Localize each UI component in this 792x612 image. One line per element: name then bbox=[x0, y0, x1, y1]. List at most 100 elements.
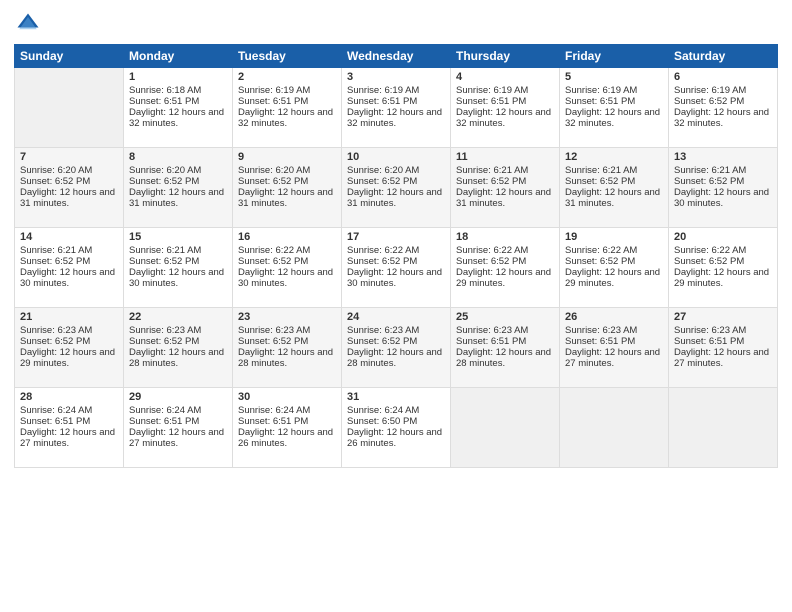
calendar-cell: 30Sunrise: 6:24 AMSunset: 6:51 PMDayligh… bbox=[233, 388, 342, 468]
daylight-text: Daylight: 12 hours and 28 minutes. bbox=[456, 347, 554, 369]
sunset-text: Sunset: 6:52 PM bbox=[129, 336, 227, 347]
day-number: 17 bbox=[347, 231, 445, 243]
sunset-text: Sunset: 6:51 PM bbox=[129, 416, 227, 427]
calendar-cell: 2Sunrise: 6:19 AMSunset: 6:51 PMDaylight… bbox=[233, 68, 342, 148]
sunset-text: Sunset: 6:51 PM bbox=[347, 96, 445, 107]
sunrise-text: Sunrise: 6:19 AM bbox=[674, 85, 772, 96]
sunset-text: Sunset: 6:52 PM bbox=[238, 256, 336, 267]
day-number: 1 bbox=[129, 71, 227, 83]
daylight-text: Daylight: 12 hours and 27 minutes. bbox=[20, 427, 118, 449]
calendar-cell: 22Sunrise: 6:23 AMSunset: 6:52 PMDayligh… bbox=[124, 308, 233, 388]
daylight-text: Daylight: 12 hours and 30 minutes. bbox=[20, 267, 118, 289]
calendar-cell: 29Sunrise: 6:24 AMSunset: 6:51 PMDayligh… bbox=[124, 388, 233, 468]
sunset-text: Sunset: 6:52 PM bbox=[20, 176, 118, 187]
week-row-1: 1Sunrise: 6:18 AMSunset: 6:51 PMDaylight… bbox=[15, 68, 778, 148]
sunrise-text: Sunrise: 6:21 AM bbox=[674, 165, 772, 176]
calendar-cell: 4Sunrise: 6:19 AMSunset: 6:51 PMDaylight… bbox=[451, 68, 560, 148]
day-header-monday: Monday bbox=[124, 45, 233, 68]
calendar-cell: 18Sunrise: 6:22 AMSunset: 6:52 PMDayligh… bbox=[451, 228, 560, 308]
sunset-text: Sunset: 6:52 PM bbox=[674, 256, 772, 267]
day-number: 23 bbox=[238, 311, 336, 323]
sunset-text: Sunset: 6:51 PM bbox=[565, 96, 663, 107]
sunset-text: Sunset: 6:51 PM bbox=[674, 336, 772, 347]
calendar-cell: 28Sunrise: 6:24 AMSunset: 6:51 PMDayligh… bbox=[15, 388, 124, 468]
day-number: 3 bbox=[347, 71, 445, 83]
daylight-text: Daylight: 12 hours and 32 minutes. bbox=[347, 107, 445, 129]
sunset-text: Sunset: 6:52 PM bbox=[129, 176, 227, 187]
calendar-cell: 27 Sunrise: 6:23 AMSunset: 6:51 PMDayligh… bbox=[669, 308, 778, 388]
sunrise-text: Sunrise: 6:23 AM bbox=[238, 325, 336, 336]
week-row-2: 7Sunrise: 6:20 AMSunset: 6:52 PMDaylight… bbox=[15, 148, 778, 228]
day-number: 15 bbox=[129, 231, 227, 243]
sunrise-text: Sunrise: 6:24 AM bbox=[129, 405, 227, 416]
week-row-4: 21Sunrise: 6:23 AMSunset: 6:52 PMDayligh… bbox=[15, 308, 778, 388]
daylight-text: Daylight: 12 hours and 27 minutes. bbox=[565, 347, 663, 369]
day-number: 27 bbox=[674, 311, 772, 323]
calendar-cell: 6Sunrise: 6:19 AMSunset: 6:52 PMDaylight… bbox=[669, 68, 778, 148]
calendar-header-row: SundayMondayTuesdayWednesdayThursdayFrid… bbox=[15, 45, 778, 68]
daylight-text: Daylight: 12 hours and 31 minutes. bbox=[129, 187, 227, 209]
daylight-text: Daylight: 12 hours and 32 minutes. bbox=[674, 107, 772, 129]
day-number: 20 bbox=[674, 231, 772, 243]
calendar-cell bbox=[451, 388, 560, 468]
sunset-text: Sunset: 6:51 PM bbox=[129, 96, 227, 107]
calendar-cell bbox=[669, 388, 778, 468]
sunrise-text: Sunrise: 6:21 AM bbox=[456, 165, 554, 176]
sunrise-text: Sunrise: 6:19 AM bbox=[238, 85, 336, 96]
sunrise-text: Sunrise: 6:24 AM bbox=[20, 405, 118, 416]
daylight-text: Daylight: 12 hours and 28 minutes. bbox=[238, 347, 336, 369]
calendar-cell: 20Sunrise: 6:22 AMSunset: 6:52 PMDayligh… bbox=[669, 228, 778, 308]
daylight-text: Daylight: 12 hours and 31 minutes. bbox=[565, 187, 663, 209]
sunrise-text: Sunrise: 6:18 AM bbox=[129, 85, 227, 96]
sunrise-text: Sunrise: 6:22 AM bbox=[456, 245, 554, 256]
day-number: 31 bbox=[347, 391, 445, 403]
daylight-text: Daylight: 12 hours and 27 minutes. bbox=[674, 347, 772, 369]
sunset-text: Sunset: 6:52 PM bbox=[674, 96, 772, 107]
day-header-tuesday: Tuesday bbox=[233, 45, 342, 68]
calendar-cell bbox=[560, 388, 669, 468]
sunrise-text: Sunrise: 6:23 AM bbox=[674, 325, 772, 336]
sunrise-text: Sunrise: 6:19 AM bbox=[565, 85, 663, 96]
week-row-3: 14Sunrise: 6:21 AMSunset: 6:52 PMDayligh… bbox=[15, 228, 778, 308]
calendar-cell: 16Sunrise: 6:22 AMSunset: 6:52 PMDayligh… bbox=[233, 228, 342, 308]
calendar-cell: 25Sunrise: 6:23 AMSunset: 6:51 PMDayligh… bbox=[451, 308, 560, 388]
sunrise-text: Sunrise: 6:20 AM bbox=[20, 165, 118, 176]
day-number: 29 bbox=[129, 391, 227, 403]
week-row-5: 28Sunrise: 6:24 AMSunset: 6:51 PMDayligh… bbox=[15, 388, 778, 468]
daylight-text: Daylight: 12 hours and 26 minutes. bbox=[347, 427, 445, 449]
calendar-cell: 12Sunrise: 6:21 AMSunset: 6:52 PMDayligh… bbox=[560, 148, 669, 228]
calendar-cell: 3Sunrise: 6:19 AMSunset: 6:51 PMDaylight… bbox=[342, 68, 451, 148]
day-number: 18 bbox=[456, 231, 554, 243]
daylight-text: Daylight: 12 hours and 31 minutes. bbox=[347, 187, 445, 209]
sunset-text: Sunset: 6:52 PM bbox=[238, 336, 336, 347]
day-number: 25 bbox=[456, 311, 554, 323]
daylight-text: Daylight: 12 hours and 32 minutes. bbox=[456, 107, 554, 129]
day-number: 19 bbox=[565, 231, 663, 243]
day-header-thursday: Thursday bbox=[451, 45, 560, 68]
day-number: 24 bbox=[347, 311, 445, 323]
daylight-text: Daylight: 12 hours and 32 minutes. bbox=[129, 107, 227, 129]
day-number: 8 bbox=[129, 151, 227, 163]
sunrise-text: Sunrise: 6:22 AM bbox=[238, 245, 336, 256]
calendar-cell: 21Sunrise: 6:23 AMSunset: 6:52 PMDayligh… bbox=[15, 308, 124, 388]
daylight-text: Daylight: 12 hours and 31 minutes. bbox=[238, 187, 336, 209]
sunrise-text: Sunrise: 6:23 AM bbox=[129, 325, 227, 336]
logo-icon bbox=[14, 10, 42, 38]
day-header-wednesday: Wednesday bbox=[342, 45, 451, 68]
calendar-cell: 23 Sunrise: 6:23 AMSunset: 6:52 PMDayligh… bbox=[233, 308, 342, 388]
calendar-cell: 11Sunrise: 6:21 AMSunset: 6:52 PMDayligh… bbox=[451, 148, 560, 228]
day-header-saturday: Saturday bbox=[669, 45, 778, 68]
daylight-text: Daylight: 12 hours and 32 minutes. bbox=[238, 107, 336, 129]
sunset-text: Sunset: 6:52 PM bbox=[674, 176, 772, 187]
day-number: 2 bbox=[238, 71, 336, 83]
day-number: 16 bbox=[238, 231, 336, 243]
sunset-text: Sunset: 6:52 PM bbox=[565, 256, 663, 267]
daylight-text: Daylight: 12 hours and 31 minutes. bbox=[20, 187, 118, 209]
sunset-text: Sunset: 6:52 PM bbox=[565, 176, 663, 187]
day-number: 5 bbox=[565, 71, 663, 83]
sunrise-text: Sunrise: 6:19 AM bbox=[456, 85, 554, 96]
calendar-cell: 5Sunrise: 6:19 AMSunset: 6:51 PMDaylight… bbox=[560, 68, 669, 148]
sunrise-text: Sunrise: 6:23 AM bbox=[456, 325, 554, 336]
sunrise-text: Sunrise: 6:22 AM bbox=[347, 245, 445, 256]
calendar-cell: 7Sunrise: 6:20 AMSunset: 6:52 PMDaylight… bbox=[15, 148, 124, 228]
